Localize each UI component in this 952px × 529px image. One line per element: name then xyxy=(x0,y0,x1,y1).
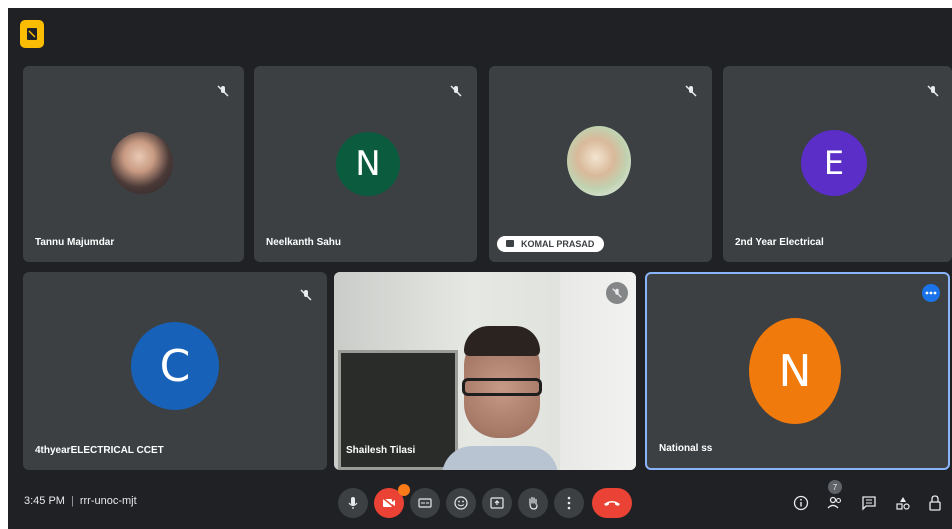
participant-tile[interactable]: Tannu Majumdar xyxy=(23,66,244,262)
end-call-button[interactable] xyxy=(592,488,632,518)
participant-tile[interactable]: N Neelkanth Sahu xyxy=(254,66,477,262)
people-icon xyxy=(827,496,842,509)
participant-photo-avatar xyxy=(111,132,173,194)
participant-tile-active-speaker[interactable]: N National ss xyxy=(645,272,950,470)
meeting-time: 3:45 PM xyxy=(24,495,65,507)
mic-off-icon xyxy=(606,282,628,304)
meeting-separator: | xyxy=(70,495,74,507)
participant-tile[interactable]: E 2nd Year Electrical xyxy=(723,66,952,262)
video-door xyxy=(560,272,636,470)
host-controls-button[interactable] xyxy=(924,492,946,514)
presenter-icon xyxy=(506,240,514,247)
host-controls-icon xyxy=(929,495,941,511)
activities-button[interactable] xyxy=(892,492,914,514)
emoji-icon xyxy=(454,496,468,510)
person-glasses xyxy=(462,378,542,396)
participant-initial-avatar: N xyxy=(336,132,400,196)
more-options-button[interactable] xyxy=(554,488,584,518)
people-count-badge: 7 xyxy=(828,480,842,494)
participant-name-chip: KOMAL PRASAD xyxy=(497,236,605,252)
participant-initial-avatar: E xyxy=(801,130,867,196)
participant-name: National ss xyxy=(659,443,713,454)
meeting-info-button[interactable] xyxy=(790,492,812,514)
warning-badge xyxy=(398,484,410,496)
raise-hand-button[interactable] xyxy=(518,488,548,518)
present-icon xyxy=(490,497,504,509)
participant-name: 2nd Year Electrical xyxy=(735,237,824,248)
participant-name: Shailesh Tilasi xyxy=(346,445,416,456)
meeting-badge[interactable] xyxy=(20,20,44,48)
chat-icon xyxy=(862,496,876,511)
microphone-icon xyxy=(348,497,358,509)
meeting-details: 3:45 PM | rrr-unoc-mjt xyxy=(24,495,137,507)
microphone-button[interactable] xyxy=(338,488,368,518)
mic-off-icon xyxy=(212,80,234,102)
participant-initial-avatar: C xyxy=(131,322,219,410)
more-options-badge[interactable] xyxy=(922,284,940,302)
present-button[interactable] xyxy=(482,488,512,518)
more-horizontal-icon xyxy=(925,291,937,295)
participant-name: KOMAL PRASAD xyxy=(521,239,595,249)
emoji-button[interactable] xyxy=(446,488,476,518)
person-body xyxy=(442,446,558,470)
mic-off-icon xyxy=(445,80,467,102)
mic-off-icon xyxy=(922,80,944,102)
participant-tile[interactable]: KOMAL PRASAD xyxy=(489,66,712,262)
captions-button[interactable] xyxy=(410,488,440,518)
mic-off-icon xyxy=(680,80,702,102)
participant-name: Tannu Majumdar xyxy=(35,237,115,248)
people-button[interactable]: 7 xyxy=(824,480,846,514)
camera-off-icon xyxy=(382,497,396,509)
meet-stage: Tannu Majumdar N Neelkanth Sahu KOMAL PR… xyxy=(8,8,952,529)
mic-off-icon xyxy=(295,284,317,306)
participant-video-tile[interactable]: Shailesh Tilasi xyxy=(334,272,636,470)
participant-initial-avatar: N xyxy=(749,318,841,424)
meeting-code: rrr-unoc-mjt xyxy=(79,495,137,507)
participant-name: 4thyearELECTRICAL CCET xyxy=(35,445,164,456)
document-icon xyxy=(27,28,37,40)
participant-tile[interactable]: C 4thyearELECTRICAL CCET xyxy=(23,272,327,470)
bottom-toolbar: 3:45 PM | rrr-unoc-mjt 7 xyxy=(8,478,952,529)
chat-button[interactable] xyxy=(858,492,880,514)
end-call-icon xyxy=(604,501,620,506)
participant-name: Neelkanth Sahu xyxy=(266,237,342,248)
info-icon xyxy=(793,495,809,511)
participant-photo-avatar xyxy=(567,126,631,196)
raise-hand-icon xyxy=(529,496,538,510)
captions-icon xyxy=(418,498,432,508)
camera-button[interactable] xyxy=(374,484,410,518)
person-hair xyxy=(464,326,540,356)
activities-icon xyxy=(896,497,910,510)
more-options-icon xyxy=(567,496,571,510)
